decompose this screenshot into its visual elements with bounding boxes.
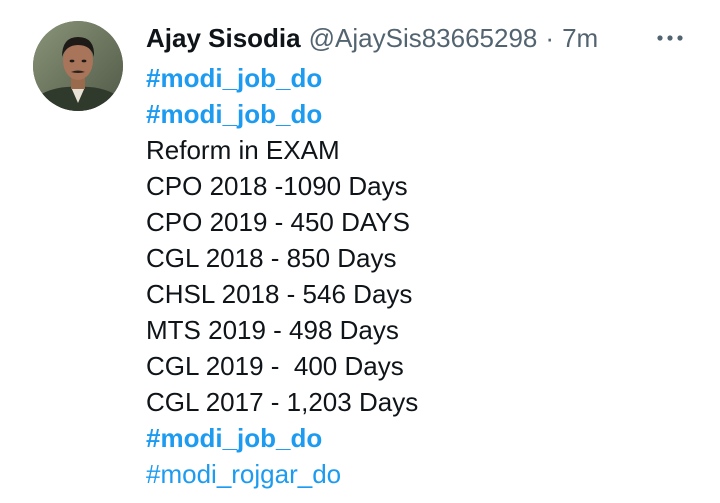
hashtag-link[interactable]: #modi_job_do [146, 63, 322, 93]
tweet-text: #modi_job_do #modi_job_do Reform in EXAM CP… [146, 60, 706, 492]
tweet-line-hashtag: #modi_job_do [146, 420, 706, 456]
tweet-line: CGL 2018 - 850 Days [146, 240, 706, 276]
more-options-button[interactable] [654, 26, 686, 50]
tweet-line: CHSL 2018 - 546 Days [146, 276, 706, 312]
more-horizontal-icon [657, 35, 683, 41]
tweet-line: Reform in EXAM [146, 132, 706, 168]
tweet-line-text: CGL 2017 - 1,203 Days [146, 387, 419, 417]
timestamp[interactable]: 7m [562, 20, 598, 56]
hashtag-link[interactable]: #modi_rojgar_do [146, 459, 341, 489]
tweet-line-text: Reform in EXAM [146, 135, 340, 165]
tweet-line-hashtag: #modi_job_do [146, 60, 706, 96]
tweet-line: CGL 2019 - 400 Days [146, 348, 706, 384]
avatar-photo [33, 21, 123, 111]
tweet[interactable]: Ajay Sisodia @AjaySis83665298 · 7m #modi… [0, 0, 720, 503]
tweet-line-text: CGL 2019 - 400 Days [146, 351, 404, 381]
tweet-line-hashtag: #modi_rojgar_do [146, 456, 706, 492]
tweet-line: CPO 2019 - 450 DAYS [146, 204, 706, 240]
tweet-header: Ajay Sisodia @AjaySis83665298 · 7m [146, 20, 598, 56]
tweet-line-text: CGL 2018 - 850 Days [146, 243, 397, 273]
tweet-line: MTS 2019 - 498 Days [146, 312, 706, 348]
tweet-line-text: CHSL 2018 - 546 Days [146, 279, 413, 309]
avatar[interactable] [33, 21, 123, 111]
tweet-line-text: CPO 2018 -1090 Days [146, 171, 408, 201]
author-handle[interactable]: @AjaySis83665298 [309, 20, 538, 56]
hashtag-link[interactable]: #modi_job_do [146, 99, 322, 129]
tweet-line: CGL 2017 - 1,203 Days [146, 384, 706, 420]
hashtag-link[interactable]: #modi_job_do [146, 423, 322, 453]
author-name[interactable]: Ajay Sisodia [146, 20, 301, 56]
separator-dot: · [545, 23, 555, 53]
tweet-line-hashtag: #modi_job_do [146, 96, 706, 132]
tweet-line-text: CPO 2019 - 450 DAYS [146, 207, 410, 237]
tweet-line: CPO 2018 -1090 Days [146, 168, 706, 204]
tweet-line-text: MTS 2019 - 498 Days [146, 315, 399, 345]
